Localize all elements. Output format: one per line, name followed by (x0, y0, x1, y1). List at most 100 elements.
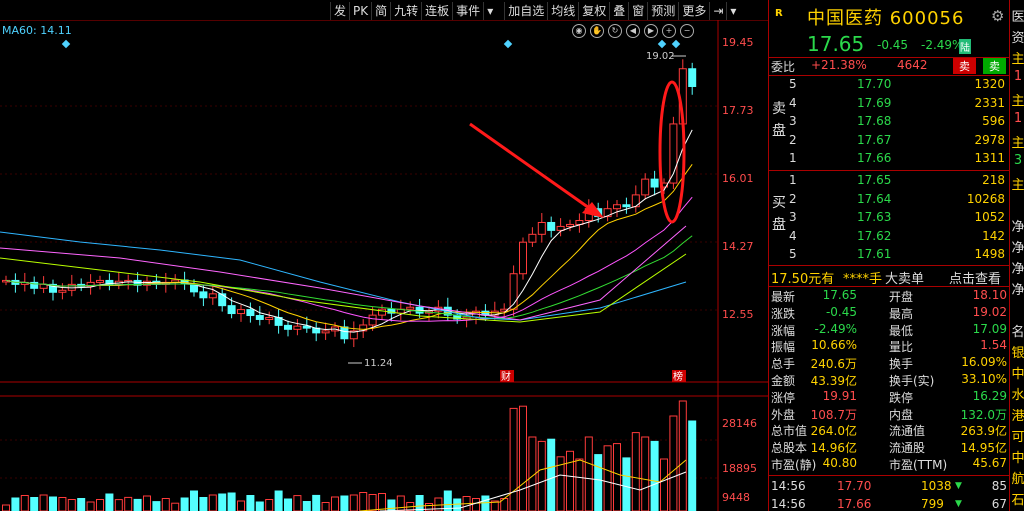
chart-toolbar: 发 PK 简九转 连板 事件 ▾ 加自选 均线 复权叠窗预测 更多 ⇥ ▾ (330, 2, 739, 22)
quote-value: 19.91 (822, 388, 857, 403)
strip-char[interactable]: 港 (1011, 405, 1024, 424)
quote-value: 43.39亿 (810, 374, 857, 388)
tick-volume: 799 (921, 497, 944, 511)
event-tag[interactable]: 财 (501, 370, 511, 383)
toolbar-button[interactable]: 事件 (452, 2, 483, 20)
strip-char[interactable]: 可 (1011, 426, 1024, 445)
dropdown-icon[interactable]: ▾ (726, 2, 739, 20)
toolbar-button[interactable]: 连板 (421, 2, 452, 20)
sell-level-row[interactable]: 4 17.69 2331 (789, 96, 1005, 114)
strip-char[interactable]: 1 (1011, 111, 1024, 126)
strip-char[interactable]: 医 (1011, 6, 1024, 25)
tick-row: 14:56 17.70 1038 ▼ 85 (771, 479, 1007, 496)
quote-label: 内盘 (889, 407, 914, 422)
buy-button[interactable]: 卖 (983, 58, 1006, 74)
sell-level-row[interactable]: 2 17.67 2978 (789, 133, 1005, 151)
strip-char[interactable]: 石 (1011, 489, 1024, 508)
toolbar-button[interactable]: 叠 (609, 2, 628, 20)
kline-chart[interactable]: 19.02 11.24 财 榜 (0, 20, 768, 511)
volume-bar (631, 432, 640, 511)
volume-bar (575, 458, 584, 511)
sell-button[interactable]: 卖 (953, 58, 976, 74)
buy-level-row[interactable]: 5 17.61 1498 (789, 247, 1005, 265)
volume-bar (650, 440, 659, 511)
candle-body (227, 305, 236, 315)
toolbar-button[interactable]: 九转 (390, 2, 421, 20)
price: 17.65 (857, 173, 892, 187)
toolbar-button[interactable]: 更多 (678, 2, 709, 20)
strip-char[interactable]: 主 (1011, 48, 1024, 67)
sell-level-row[interactable]: 5 17.70 1320 (789, 77, 1005, 95)
down-arrow-icon: ▼ (955, 499, 962, 509)
toolbar-button[interactable]: 复权 (578, 2, 609, 20)
volume: 1311 (974, 151, 1005, 165)
toolbar-button[interactable]: 发 (330, 2, 349, 20)
collapse-icon[interactable]: ⇥ (709, 2, 726, 20)
tick-price: 17.66 (837, 497, 872, 511)
strip-char[interactable]: 中 (1011, 447, 1024, 466)
toolbar-button[interactable]: PK (349, 2, 371, 20)
candle-body (641, 178, 650, 196)
quote-value: 17.65 (822, 288, 857, 302)
strip-char[interactable]: 1 (1011, 69, 1024, 84)
strip-char[interactable]: 水 (1011, 384, 1024, 403)
buy-level-row[interactable]: 2 17.64 10268 (789, 192, 1005, 210)
toolbar-button[interactable]: 窗 (628, 2, 647, 20)
strip-char[interactable]: 中 (1011, 363, 1024, 382)
candle-body (688, 68, 697, 87)
toolbar-button[interactable]: 简 (371, 2, 390, 20)
r-badge: R (775, 8, 783, 19)
sell-level-row[interactable]: 1 17.66 1311 (789, 151, 1005, 169)
strip-char[interactable]: 主 (1011, 132, 1024, 151)
strip-char[interactable]: 3 (1011, 153, 1024, 168)
strip-char[interactable]: 净 (1011, 279, 1024, 298)
ma10-line (5, 164, 693, 330)
tick-count: 67 (991, 497, 1007, 511)
gear-icon[interactable]: ⚙ (991, 7, 1004, 25)
toolbar-button[interactable]: 预测 (647, 2, 678, 20)
buy-level-row[interactable]: 1 17.65 218 (789, 173, 1005, 191)
quote-value: 108.7万 (810, 407, 857, 422)
quote-value: 40.80 (822, 456, 857, 470)
strip-char[interactable]: 主 (1011, 174, 1024, 193)
quote-label: 最低 (889, 323, 914, 338)
weibi-diff: 4642 (897, 58, 928, 72)
strip-char[interactable]: 名 (1011, 321, 1024, 340)
quote-label: 量比 (889, 340, 914, 355)
volume-bar (39, 494, 48, 511)
volume: 1498 (974, 247, 1005, 261)
dropdown-icon[interactable]: ▾ (483, 2, 496, 20)
volume-bar (11, 497, 20, 511)
volume-bar (274, 490, 283, 511)
buy-level-row[interactable]: 3 17.63 1052 (789, 210, 1005, 228)
marker-diamond (61, 39, 71, 49)
quote-value: 16.09% (961, 355, 1007, 370)
quote-row: 涨幅 -2.49% 最低 17.09 (771, 322, 1007, 339)
price-axis-label: 14.27 (722, 240, 754, 253)
strip-char[interactable]: 净 (1011, 216, 1024, 235)
last-price: 17.65 (807, 32, 865, 56)
volume-bar (340, 495, 349, 511)
strip-char[interactable]: 银 (1011, 342, 1024, 361)
divider (769, 75, 1009, 76)
sell-level-row[interactable]: 3 17.68 596 (789, 114, 1005, 132)
marker-diamond (657, 39, 667, 49)
quote-value: 263.9亿 (960, 424, 1007, 439)
volume-bar (2, 504, 10, 511)
volume-bar (152, 501, 161, 511)
level: 1 (789, 173, 797, 187)
strip-char[interactable]: 资 (1011, 27, 1024, 46)
volume-bar (86, 501, 95, 511)
strip-char[interactable]: 航 (1011, 468, 1024, 487)
volume-bar (387, 499, 396, 511)
marker-diamond (503, 39, 513, 49)
toolbar-button[interactable]: 加自选 (504, 2, 547, 20)
strip-char[interactable]: 净 (1011, 258, 1024, 277)
down-arrow-icon: ▼ (955, 481, 962, 491)
strip-char[interactable]: 净 (1011, 237, 1024, 256)
strip-char[interactable]: 主 (1011, 90, 1024, 109)
big-deal-link[interactable]: 点击查看 (949, 268, 1001, 287)
event-tag[interactable]: 榜 (673, 370, 683, 383)
toolbar-button[interactable]: 均线 (547, 2, 578, 20)
buy-level-row[interactable]: 4 17.62 142 (789, 229, 1005, 247)
